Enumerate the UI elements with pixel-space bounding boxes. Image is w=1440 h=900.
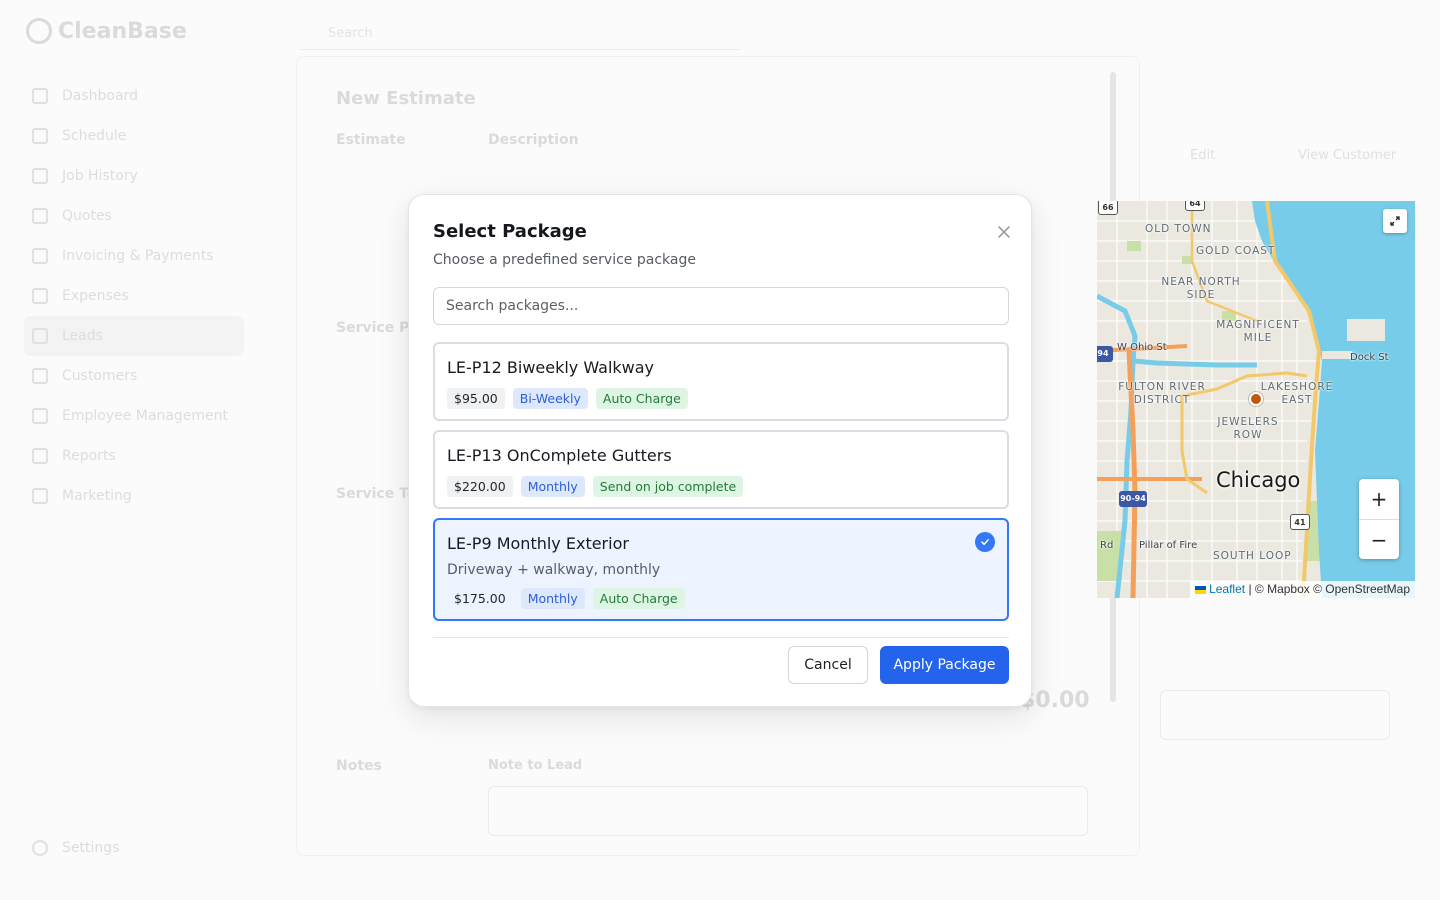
package-search-input[interactable] — [433, 287, 1009, 325]
sidebar-item: Employee Management — [24, 396, 244, 436]
map-label: SOUTH LOOP — [1213, 550, 1292, 562]
settings-icon — [32, 840, 48, 856]
package-badges: $220.00 Monthly Send on job complete — [447, 476, 744, 497]
location-marker[interactable] — [1249, 392, 1263, 406]
sidebar-nav: Dashboard Schedule Job History Quotes In… — [24, 76, 244, 516]
sidebar-item: Invoicing & Payments — [24, 236, 244, 276]
zoom-control: + − — [1359, 479, 1399, 559]
package-description: Driveway + walkway, monthly — [447, 562, 661, 578]
street-label: Dock St — [1350, 352, 1389, 363]
notes-label: Notes — [336, 758, 382, 774]
page-title: New Estimate — [336, 88, 476, 109]
nav-icon — [32, 208, 48, 224]
package-badges: $95.00 Bi-Weekly Auto Charge — [447, 388, 688, 409]
logo-icon — [26, 18, 52, 44]
package-card[interactable]: LE-P12 Biweekly Walkway $95.00 Bi-Weekly… — [433, 342, 1009, 421]
highway-shield: 90-94 — [1119, 491, 1147, 507]
highway-shield: 66 — [1098, 201, 1118, 215]
sidebar-item: Customers — [24, 356, 244, 396]
nav-icon — [32, 328, 48, 344]
street-label: Rd — [1100, 540, 1114, 551]
sidebar-item: Expenses — [24, 276, 244, 316]
frequency-badge: Monthly — [520, 588, 585, 609]
close-icon[interactable] — [993, 221, 1015, 243]
view-customer-link: View Customer — [1298, 148, 1397, 163]
leaflet-link[interactable]: Leaflet — [1209, 582, 1245, 596]
attribution-text: | © Mapbox © OpenStreetMap — [1248, 582, 1410, 596]
estimate-label: Estimate — [336, 132, 406, 148]
price-badge: $220.00 — [447, 476, 513, 497]
package-badges: $175.00 Monthly Auto Charge — [447, 588, 685, 609]
map-widget[interactable]: OLD TOWN GOLD COAST NEAR NORTH SIDE MAGN… — [1097, 201, 1415, 598]
apply-package-button[interactable]: Apply Package — [880, 646, 1009, 684]
cancel-button[interactable]: Cancel — [788, 646, 868, 684]
dialog-title: Select Package — [433, 221, 587, 242]
nav-icon — [32, 248, 48, 264]
sidebar-item: Quotes — [24, 196, 244, 236]
frequency-badge: Bi-Weekly — [512, 388, 588, 409]
map-attribution: Leaflet | © Mapbox © OpenStreetMap — [1190, 581, 1415, 598]
dialog-divider — [433, 637, 1009, 638]
map-label: OLD TOWN — [1145, 223, 1212, 235]
map-label: GOLD COAST — [1196, 245, 1276, 257]
select-package-dialog: Select Package Choose a predefined servi… — [408, 194, 1032, 707]
zoom-out-button[interactable]: − — [1359, 519, 1399, 559]
frequency-badge: Monthly — [520, 476, 585, 497]
global-search: Search — [300, 20, 740, 50]
package-name: LE-P13 OnComplete Gutters — [447, 446, 672, 465]
dialog-subtitle: Choose a predefined service package — [433, 252, 696, 268]
side-card — [1160, 690, 1390, 740]
sidebar-item: Job History — [24, 156, 244, 196]
map-label: JEWELERS ROW — [1217, 416, 1279, 441]
zoom-in-button[interactable]: + — [1359, 479, 1399, 519]
sidebar-item: Dashboard — [24, 76, 244, 116]
highway-shield: 64 — [1185, 201, 1205, 211]
sidebar-item: Reports — [24, 436, 244, 476]
nav-icon — [32, 488, 48, 504]
billing-badge: Send on job complete — [592, 476, 744, 497]
highway-shield: 94 — [1097, 346, 1113, 362]
nav-icon — [32, 168, 48, 184]
map-label: MAGNIFICENT MILE — [1216, 319, 1300, 344]
nav-icon — [32, 88, 48, 104]
sidebar-settings: Settings — [32, 840, 119, 856]
sidebar-item: Marketing — [24, 476, 244, 516]
package-card[interactable]: LE-P13 OnComplete Gutters $220.00 Monthl… — [433, 430, 1009, 509]
package-card-selected[interactable]: LE-P9 Monthly Exterior Driveway + walkwa… — [433, 518, 1009, 621]
street-label: Pillar of Fire — [1139, 540, 1198, 551]
app-logo: CleanBase — [26, 18, 187, 44]
map-label: FULTON RIVER DISTRICT — [1118, 381, 1206, 406]
street-label: W Ohio St — [1117, 342, 1167, 353]
billing-badge: Auto Charge — [592, 588, 685, 609]
description-label: Description — [488, 132, 579, 148]
billing-badge: Auto Charge — [595, 388, 688, 409]
logo-text: CleanBase — [58, 18, 187, 44]
price-badge: $95.00 — [447, 388, 505, 409]
sidebar-item: Leads — [24, 316, 244, 356]
sidebar-item: Schedule — [24, 116, 244, 156]
city-label: Chicago — [1216, 468, 1301, 492]
highway-shield: 41 — [1290, 514, 1310, 530]
map-label: NEAR NORTH SIDE — [1161, 276, 1241, 301]
nav-icon — [32, 448, 48, 464]
map-label: LAKESHORE EAST — [1260, 381, 1334, 406]
edit-link: Edit — [1190, 148, 1216, 163]
ukraine-flag-icon — [1195, 586, 1207, 594]
nav-icon — [32, 128, 48, 144]
checkmark-icon — [975, 532, 995, 552]
expand-icon[interactable] — [1383, 209, 1407, 233]
package-name: LE-P9 Monthly Exterior — [447, 534, 629, 553]
price-badge: $175.00 — [454, 591, 506, 606]
note-textarea — [488, 786, 1088, 836]
nav-icon — [32, 368, 48, 384]
nav-icon — [32, 408, 48, 424]
nav-icon — [32, 288, 48, 304]
package-name: LE-P12 Biweekly Walkway — [447, 358, 655, 377]
note-to-lead-label: Note to Lead — [488, 758, 583, 773]
